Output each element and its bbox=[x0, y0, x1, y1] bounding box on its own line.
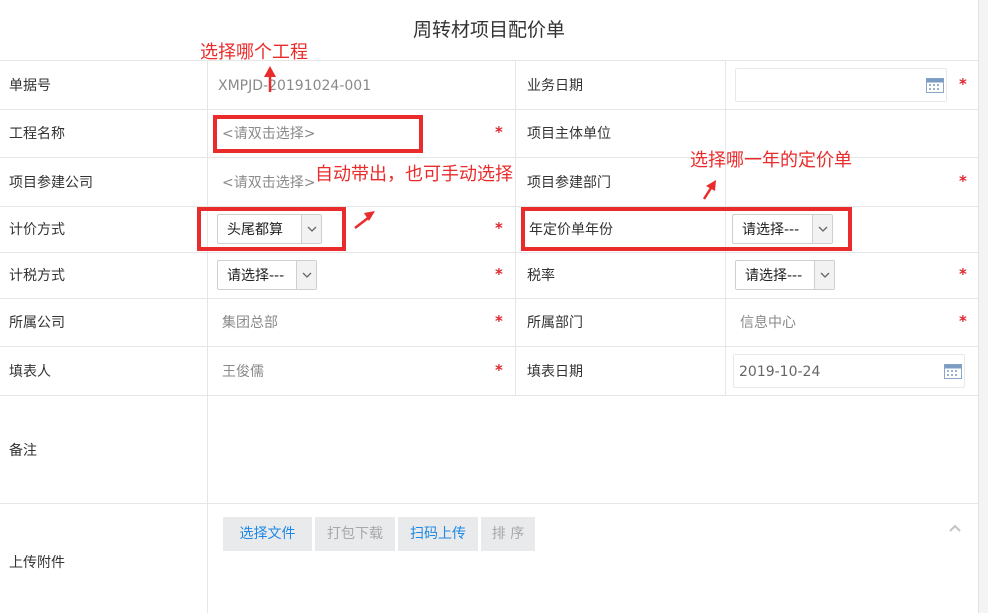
annotation-arrows bbox=[264, 66, 716, 229]
arrow-diagonal-icon bbox=[702, 180, 716, 200]
arrow-diagonal-icon bbox=[354, 211, 375, 229]
arrow-up-icon bbox=[264, 66, 276, 92]
